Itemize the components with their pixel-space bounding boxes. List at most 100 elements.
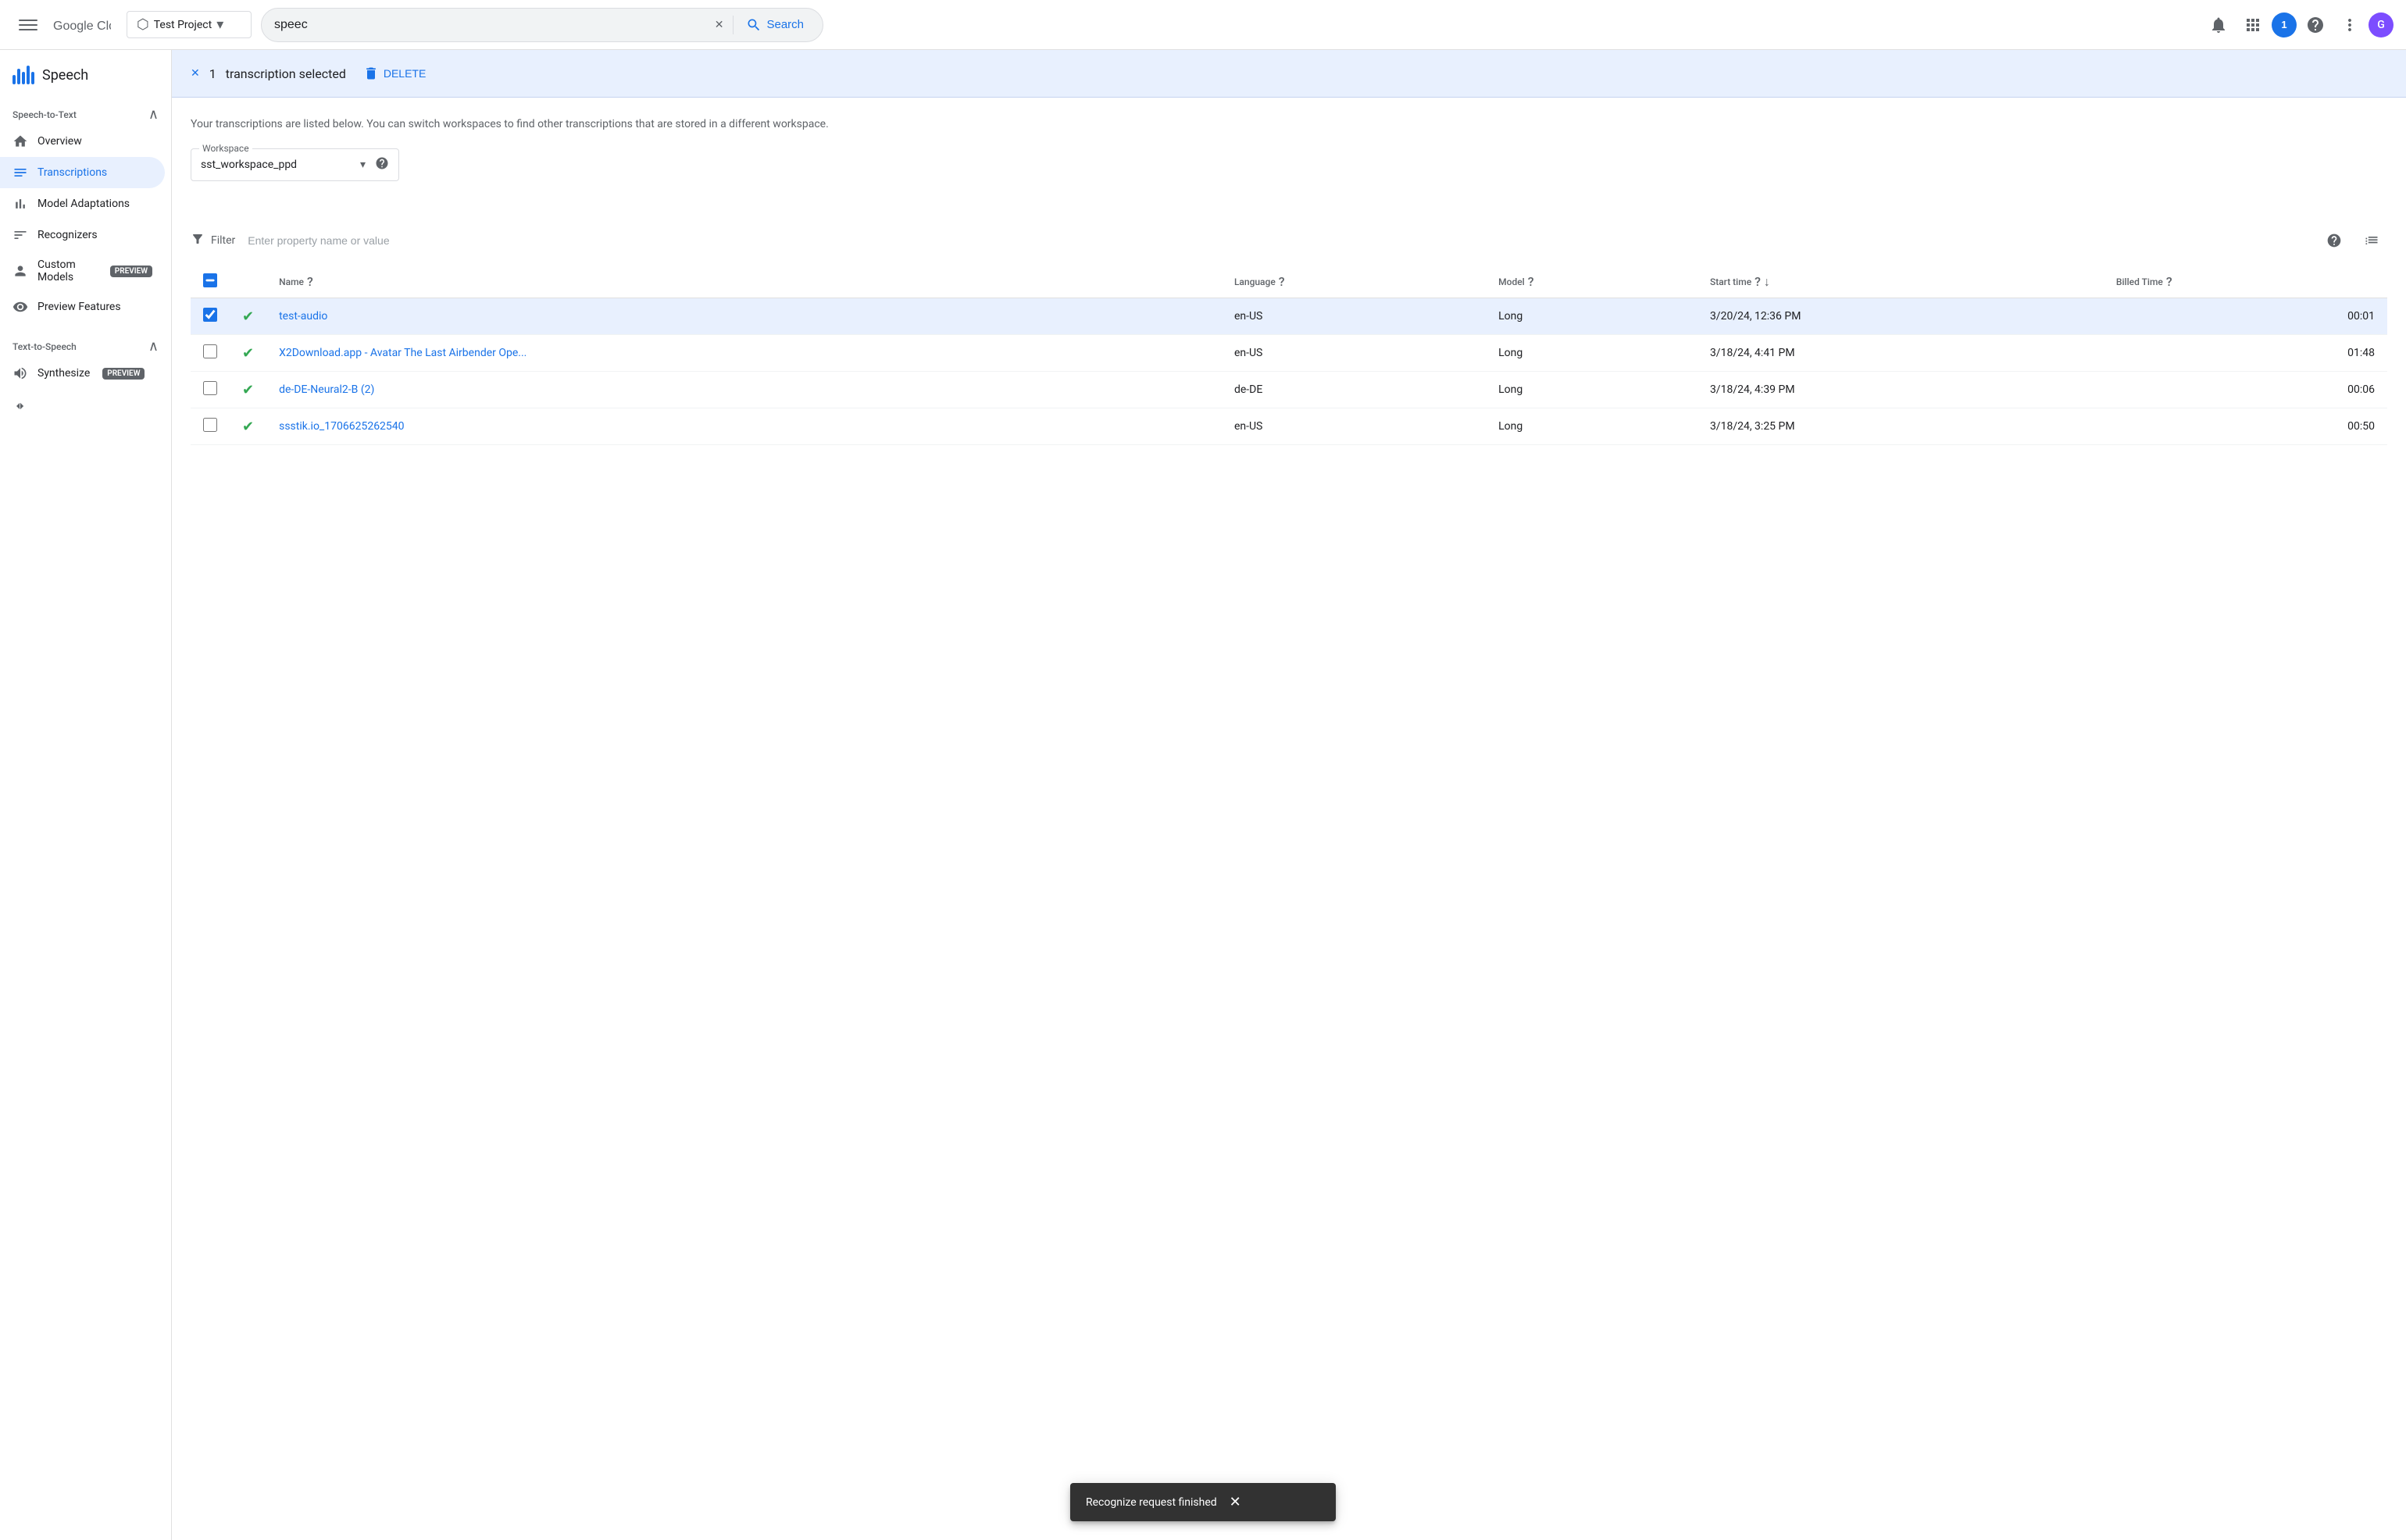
row-name-cell: ssstik.io_1706625262540 — [266, 408, 1222, 445]
sidebar-item-model-adaptations[interactable]: Model Adaptations — [0, 188, 165, 219]
synthesize-icon — [12, 365, 28, 381]
snackbar-close-button[interactable]: ✕ — [1230, 1494, 1241, 1510]
sidebar-custom-models-label: Custom Models — [37, 258, 98, 283]
transcriptions-table: Name ? Language ? Model — [191, 266, 2387, 445]
workspace-field: Workspace sst_workspace_ppd ▾ — [191, 148, 399, 181]
sidebar-item-transcriptions[interactable]: Transcriptions — [0, 157, 165, 188]
sidebar-item-recognizers[interactable]: Recognizers — [0, 219, 165, 251]
workspace-dropdown-icon[interactable]: ▾ — [357, 159, 369, 171]
collapse-sidebar-btn[interactable] — [0, 389, 171, 423]
row-language-cell: en-US — [1222, 408, 1486, 445]
stt-section-header[interactable]: Speech-to-Text ∧ — [0, 97, 171, 126]
row-billed-time-cell: 00:01 — [2104, 298, 2387, 335]
project-selector[interactable]: ⬡ Test Project ▾ — [127, 11, 252, 38]
transcriptions-icon — [12, 165, 28, 180]
row-checkbox-2[interactable] — [203, 381, 217, 395]
sidebar-recognizers-label: Recognizers — [37, 229, 98, 241]
row-model-cell: Long — [1486, 298, 1697, 335]
row-status-cell: ✔ — [230, 372, 266, 408]
description-text: Your transcriptions are listed below. Yo… — [191, 116, 2387, 133]
recognizers-icon — [12, 227, 28, 243]
search-button[interactable]: Search — [740, 17, 810, 33]
user-avatar[interactable]: G — [2369, 12, 2394, 37]
selection-count: 1 — [209, 66, 216, 81]
snackbar-message: Recognize request finished — [1086, 1496, 1217, 1509]
table-density-icon[interactable] — [2356, 225, 2387, 256]
sidebar-synthesize-label: Synthesize — [37, 367, 90, 380]
row-model-cell: Long — [1486, 335, 1697, 372]
speech-wave-icon — [12, 66, 34, 84]
status-success-icon: ✔ — [242, 308, 254, 325]
sidebar-item-preview-features[interactable]: Preview Features — [0, 291, 165, 323]
google-cloud-logo: Google Cloud — [53, 16, 111, 34]
topbar: Google Cloud ⬡ Test Project ▾ ✕ Search 1 — [0, 0, 2406, 50]
more-options-icon[interactable] — [2334, 9, 2365, 41]
row-language-cell: en-US — [1222, 335, 1486, 372]
row-checkbox-cell — [191, 335, 230, 372]
billed-time-help-icon[interactable]: ? — [2166, 274, 2172, 289]
filter-input[interactable] — [241, 231, 2312, 250]
menu-icon[interactable] — [12, 9, 44, 41]
user-notification-icon[interactable]: 1 — [2272, 12, 2297, 37]
status-success-icon: ✔ — [242, 382, 254, 398]
table-header-row: Name ? Language ? Model — [191, 266, 2387, 298]
select-all-checkbox[interactable] — [203, 273, 217, 287]
stt-chevron-icon: ∧ — [148, 106, 159, 123]
row-checkbox-3[interactable] — [203, 418, 217, 432]
content-area: Your transcriptions are listed below. Yo… — [172, 98, 2406, 1540]
table-row: ✔ test-audio en-US Long 3/20/24, 12:36 P… — [191, 298, 2387, 335]
app-name: Speech — [42, 67, 88, 84]
selection-clear-icon[interactable]: ✕ — [191, 67, 200, 80]
search-clear-icon[interactable]: ✕ — [712, 16, 727, 34]
custom-models-icon — [12, 263, 28, 279]
delete-button[interactable]: DELETE — [355, 61, 434, 86]
th-billed-time: Billed Time ? — [2104, 266, 2387, 298]
sidebar: Speech Speech-to-Text ∧ Overview Transcr… — [0, 50, 172, 1540]
workspace-container: Workspace sst_workspace_ppd ▾ — [191, 148, 2387, 200]
model-help-icon[interactable]: ? — [1528, 274, 1534, 289]
workspace-help-icon[interactable] — [375, 156, 389, 173]
tts-chevron-icon: ∧ — [148, 338, 159, 355]
apps-icon[interactable] — [2237, 9, 2269, 41]
search-input[interactable] — [274, 18, 712, 32]
row-checkbox-1[interactable] — [203, 344, 217, 358]
row-language-cell: en-US — [1222, 298, 1486, 335]
help-icon[interactable] — [2300, 9, 2331, 41]
home-icon — [12, 134, 28, 149]
tts-section-header[interactable]: Text-to-Speech ∧ — [0, 329, 171, 358]
workspace-label: Workspace — [199, 143, 252, 154]
filter-icon — [191, 232, 205, 249]
language-help-icon[interactable]: ? — [1279, 274, 1285, 289]
notifications-icon[interactable] — [2203, 9, 2234, 41]
table-toolbar: Filter — [191, 219, 2387, 262]
row-name-link[interactable]: ssstik.io_1706625262540 — [279, 420, 404, 433]
th-status — [230, 266, 266, 298]
start-time-sort-icon[interactable]: ↓ — [1764, 274, 1770, 290]
table-row: ✔ ssstik.io_1706625262540 en-US Long 3/1… — [191, 408, 2387, 445]
selection-text: transcription selected — [226, 66, 346, 81]
row-name-cell: de-DE-Neural2-B (2) — [266, 372, 1222, 408]
row-start-time-cell: 3/18/24, 4:41 PM — [1697, 335, 2104, 372]
start-time-help-icon[interactable]: ? — [1755, 274, 1761, 289]
preview-features-icon — [12, 299, 28, 315]
table-help-icon[interactable] — [2319, 225, 2350, 256]
sidebar-item-synthesize[interactable]: Synthesize PREVIEW — [0, 358, 165, 389]
row-checkbox-cell — [191, 372, 230, 408]
sidebar-preview-features-label: Preview Features — [37, 301, 121, 313]
sidebar-item-custom-models[interactable]: Custom Models PREVIEW — [0, 251, 165, 291]
app-title-area: Speech — [0, 56, 171, 97]
app-layout: Speech Speech-to-Text ∧ Overview Transcr… — [0, 50, 2406, 1540]
name-help-icon[interactable]: ? — [307, 274, 313, 289]
row-checkbox-0[interactable] — [203, 308, 217, 322]
row-billed-time-cell: 00:50 — [2104, 408, 2387, 445]
row-name-link[interactable]: test-audio — [279, 310, 327, 323]
svg-text:Google Cloud: Google Cloud — [53, 20, 111, 33]
row-name-link[interactable]: de-DE-Neural2-B (2) — [279, 383, 374, 396]
sidebar-model-adaptations-label: Model Adaptations — [37, 198, 130, 210]
sidebar-item-overview[interactable]: Overview — [0, 126, 165, 157]
row-model-cell: Long — [1486, 372, 1697, 408]
row-model-cell: Long — [1486, 408, 1697, 445]
status-success-icon: ✔ — [242, 419, 254, 435]
row-name-link[interactable]: X2Download.app - Avatar The Last Airbend… — [279, 347, 527, 359]
custom-models-preview-badge: PREVIEW — [110, 266, 152, 277]
